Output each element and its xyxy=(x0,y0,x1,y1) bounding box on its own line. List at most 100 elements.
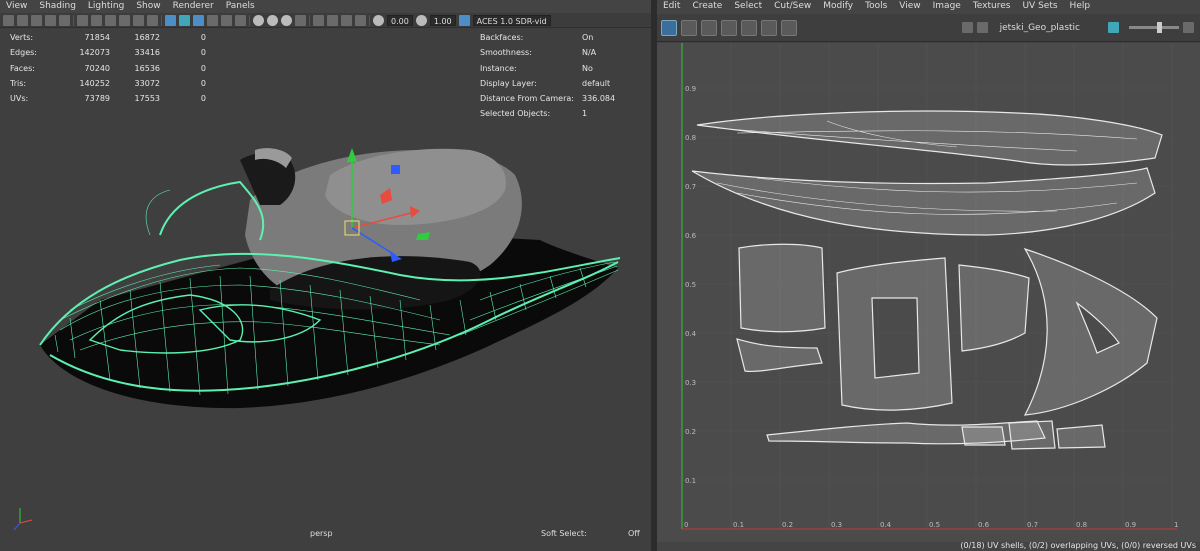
hud-value: default xyxy=(582,78,611,88)
distortion-icon[interactable] xyxy=(741,19,757,36)
u-tick-label: 0.3 xyxy=(831,521,842,529)
hud-value: 16872 xyxy=(134,33,160,42)
image-slider[interactable] xyxy=(1129,22,1179,33)
hud-label: Instance: xyxy=(480,63,517,73)
hud-value: 33416 xyxy=(134,48,160,58)
axis-gizmo xyxy=(13,508,33,531)
hud-row-backfaces: Backfaces: On xyxy=(480,30,615,45)
camera-name-label: persp xyxy=(310,529,333,538)
v-tick-label: 0.3 xyxy=(685,379,696,387)
uv-editor-panel[interactable]: Edit Create Select Cut/Sew Modify Tools … xyxy=(657,0,1200,551)
u-tick-label: 0.8 xyxy=(1076,521,1087,529)
hud-row-instance: Instance: No xyxy=(480,61,615,76)
hud-value: 17553 xyxy=(134,94,160,104)
hud-label: Backfaces: xyxy=(480,33,524,42)
hud-label: Edges: xyxy=(10,48,37,58)
v-tick-label: 0.2 xyxy=(685,428,696,436)
hud-value: 73789 xyxy=(84,94,110,104)
menu-tools[interactable]: Tools xyxy=(859,0,893,13)
slider-handle[interactable] xyxy=(1157,22,1162,33)
exposure-icon[interactable] xyxy=(1183,22,1194,33)
hud-value: 142073 xyxy=(79,48,110,58)
u-tick-label: 0.1 xyxy=(733,521,744,529)
u-tick-label: 0.9 xyxy=(1125,521,1136,529)
soft-select-label: Soft Select: xyxy=(541,529,587,538)
hud-value: 0 xyxy=(200,94,206,104)
menu-cut-sew[interactable]: Cut/Sew xyxy=(768,0,817,13)
menu-select[interactable]: Select xyxy=(728,0,768,13)
hud-label: Verts: xyxy=(10,33,34,42)
u-tick-label: 0 xyxy=(684,521,688,529)
image-range-icon[interactable] xyxy=(1108,22,1119,33)
hud-label: Distance From Camera: xyxy=(480,94,574,104)
menu-image[interactable]: Image xyxy=(927,0,967,13)
uv-set-dropdown[interactable]: jetski_Geo_plastic xyxy=(1000,23,1080,33)
uv-set-icon[interactable] xyxy=(961,22,973,33)
hud-row-edges: Edges: 142073 33416 0 xyxy=(10,45,206,60)
hud-value: 140252 xyxy=(79,78,110,88)
hud-row-verts: Verts: 71854 16872 0 xyxy=(10,30,206,45)
grid-toggle-icon[interactable] xyxy=(761,19,777,36)
hud-label: UVs: xyxy=(10,94,29,104)
checker-icon[interactable] xyxy=(681,19,697,36)
menu-modify[interactable]: Modify xyxy=(817,0,859,13)
v-tick-label: 0.9 xyxy=(685,85,696,93)
hud-value: 0 xyxy=(200,33,206,42)
chevron-down-icon[interactable] xyxy=(976,22,988,33)
hud-value: 16536 xyxy=(134,63,160,73)
uv-shell xyxy=(696,110,1163,166)
menu-create[interactable]: Create xyxy=(686,0,728,13)
texture-borders-icon[interactable] xyxy=(721,19,737,36)
object-details-hud: Backfaces: On Smoothness: N/A Instance: … xyxy=(480,30,615,122)
hud-value: 33072 xyxy=(134,78,160,88)
uv-grid-canvas[interactable]: 0.9 0.8 0.7 0.6 0.5 0.4 0.3 0.2 0.1 0 0.1 0.2 0.3 0.4… xyxy=(657,43,1200,542)
uv-editor-toolbar: jetski_Geo_plastic xyxy=(657,14,1200,42)
uv-shaded-icon[interactable] xyxy=(661,19,677,36)
v-tick-label: 0.7 xyxy=(685,183,696,191)
hud-row-smoothness: Smoothness: N/A xyxy=(480,45,615,60)
hud-row-faces: Faces: 70240 16536 0 xyxy=(10,61,206,76)
uv-shell xyxy=(836,257,953,411)
hud-row-selected: Selected Objects: 1 xyxy=(480,106,615,121)
hud-value: No xyxy=(582,63,593,73)
hud-value: On xyxy=(582,33,594,42)
uv-shell xyxy=(958,264,1030,352)
u-tick-label: 0.6 xyxy=(978,521,990,529)
uv-editor-menubar: Edit Create Select Cut/Sew Modify Tools … xyxy=(657,0,1200,13)
poly-count-hud: Verts: 71854 16872 0 Edges: 142073 33416… xyxy=(10,30,206,106)
hud-row-display-layer: Display Layer: default xyxy=(480,76,615,91)
hud-value: 70240 xyxy=(84,63,110,73)
soft-select-value: Off xyxy=(628,529,640,538)
hud-label: Tris: xyxy=(10,78,27,88)
snapshot-icon[interactable] xyxy=(781,19,797,36)
hud-value: 71854 xyxy=(84,33,110,42)
hud-value: 1 xyxy=(582,109,588,119)
v-tick-label: 0.8 xyxy=(685,134,696,142)
hud-label: Faces: xyxy=(10,63,35,73)
u-tick-label: 1 xyxy=(1174,521,1178,529)
hud-row-tris: Tris: 140252 33072 0 xyxy=(10,76,206,91)
menu-edit[interactable]: Edit xyxy=(657,0,686,13)
uv-shell xyxy=(691,167,1156,236)
menu-help[interactable]: Help xyxy=(1064,0,1097,13)
v-tick-label: 0.1 xyxy=(685,477,696,485)
uv-shell xyxy=(738,243,826,333)
uv-shell xyxy=(736,338,823,373)
hud-value: 0 xyxy=(200,78,206,88)
menu-uv-sets[interactable]: UV Sets xyxy=(1016,0,1063,13)
menu-textures[interactable]: Textures xyxy=(967,0,1017,13)
hud-value: 336.084 xyxy=(582,94,616,104)
uv-status-bar: (0/18) UV shells, (0/2) overlapping UVs,… xyxy=(960,541,1196,550)
hud-row-distance: Distance From Camera: 336.084 xyxy=(480,91,615,106)
viewport-panel[interactable]: View Shading Lighting Show Renderer Pane… xyxy=(0,0,651,551)
menu-view[interactable]: View xyxy=(893,0,926,13)
u-tick-label: 0.5 xyxy=(929,521,940,529)
v-tick-label: 0.4 xyxy=(685,330,697,338)
hud-value: 0 xyxy=(200,63,206,73)
uv-shell xyxy=(1023,247,1158,416)
v-tick-label: 0.5 xyxy=(685,281,696,289)
hud-label: Display Layer: xyxy=(480,78,537,88)
u-tick-label: 0.4 xyxy=(880,521,892,529)
hud-row-uvs: UVs: 73789 17553 0 xyxy=(10,91,206,106)
isolate-icon[interactable] xyxy=(701,19,717,36)
